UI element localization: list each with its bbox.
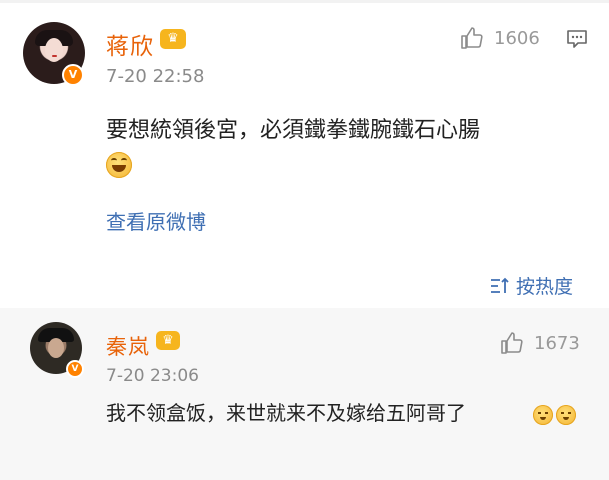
sort-icon (491, 277, 509, 293)
thumbs-up-icon (501, 332, 523, 354)
comment-text: 要想統領後宮，必須鐵拳鐵腕鐵石心腸 (106, 118, 481, 143)
sort-label: 按热度 (516, 276, 574, 298)
author-name[interactable]: 蒋欣 (106, 27, 154, 61)
reply-like-button[interactable]: 1673 (500, 331, 580, 355)
comment-icon[interactable] (566, 29, 588, 49)
reply-time: 7-20 23:06 (106, 366, 199, 386)
crown-icon: ♛ (160, 29, 186, 49)
reply-text: 我不领盒饭，来世就来不及嫁给五阿哥了 (106, 401, 466, 425)
reply-author-name[interactable]: 秦岚 (106, 331, 150, 361)
verified-badge-icon: V (62, 64, 84, 86)
like-count: 1606 (494, 27, 540, 49)
verified-badge-icon: V (66, 360, 84, 378)
laughing-tears-emoji-icon (106, 152, 132, 178)
crown-icon: ♛ (156, 331, 180, 350)
upside-down-face-emoji-icon (533, 405, 553, 425)
like-button[interactable]: 1606 (460, 26, 540, 50)
post-time: 7-20 22:58 (106, 66, 205, 87)
reply-like-count: 1673 (534, 332, 580, 354)
upside-down-face-emoji-icon (556, 405, 576, 425)
sort-by-hot-button[interactable]: 按热度 (490, 272, 573, 299)
thumbs-up-icon (461, 27, 483, 49)
view-original-link[interactable]: 查看原微博 (106, 206, 206, 235)
weibo-comments: V 蒋欣 ♛ 7-20 22:58 1606 要想統領後宮，必須鐵拳鐵腕鐵石心腸… (0, 0, 609, 480)
